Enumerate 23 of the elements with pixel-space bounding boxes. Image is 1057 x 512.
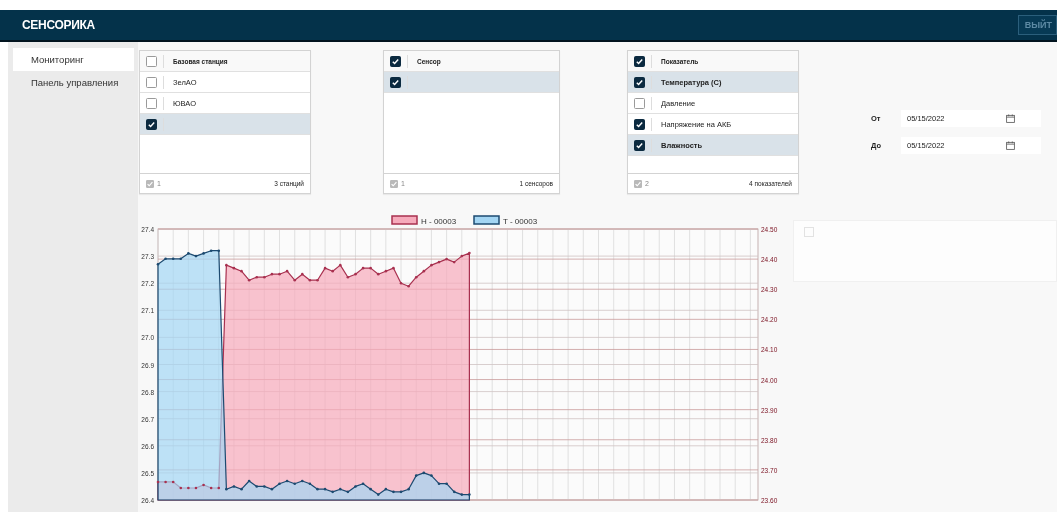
checkbox-icon: [146, 179, 154, 188]
app-title: СЕНСОРИКА: [22, 18, 95, 32]
checkbox[interactable]: [390, 55, 401, 67]
checkbox[interactable]: [634, 139, 645, 151]
legend-label: T - 00003: [503, 217, 538, 226]
checkbox[interactable]: [390, 76, 401, 88]
calendar-icon[interactable]: [1006, 141, 1015, 150]
checkbox[interactable]: [634, 118, 645, 130]
checkbox[interactable]: [146, 118, 157, 130]
checkbox-icon: [634, 179, 642, 188]
checkbox[interactable]: [146, 55, 157, 67]
list-row[interactable]: [140, 114, 310, 135]
checkbox[interactable]: [146, 97, 157, 109]
checkbox-icon: [390, 179, 398, 188]
sidebar-item[interactable]: Мониторинг: [13, 48, 134, 71]
calendar-icon[interactable]: [1006, 114, 1015, 123]
checkbox[interactable]: [634, 97, 645, 109]
legend-label: H - 00003: [421, 217, 457, 226]
sidebar-item[interactable]: Панель управления: [13, 71, 134, 94]
checkbox[interactable]: [634, 76, 645, 88]
list-row[interactable]: [384, 72, 559, 93]
checkbox[interactable]: [146, 76, 157, 88]
checkbox[interactable]: [634, 55, 645, 67]
